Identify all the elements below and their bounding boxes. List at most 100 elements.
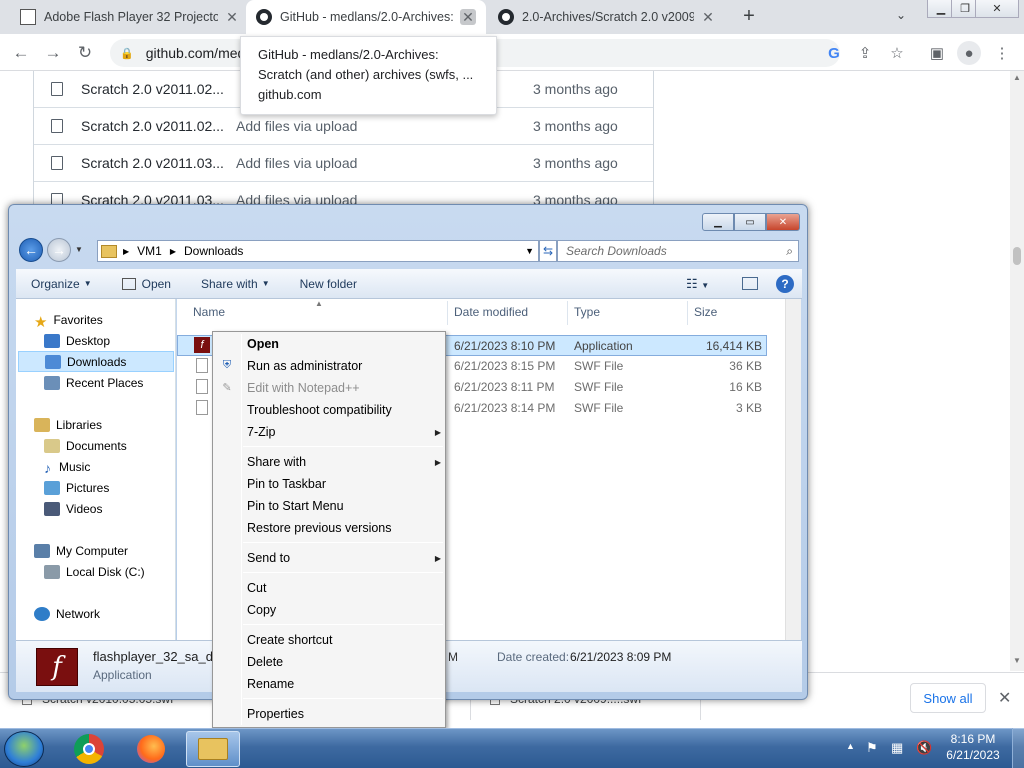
page-scrollbar[interactable]: ▲ ▼ (1010, 71, 1024, 671)
close-tab-icon[interactable]: ✕ (700, 9, 716, 25)
menu-item-7zip[interactable]: 7-Zip ▶ (247, 422, 441, 442)
taskbar-firefox-button[interactable] (124, 731, 178, 767)
forward-arrow-icon[interactable]: → (47, 238, 71, 262)
close-window-icon[interactable]: ✕ (766, 213, 800, 231)
nav-network[interactable]: Network (34, 603, 100, 624)
volume-muted-icon[interactable]: 🔇 (916, 740, 932, 756)
refresh-icon[interactable]: ⇆ (539, 240, 557, 262)
swf-file-icon (196, 379, 208, 394)
menu-item-pin-to-taskbar[interactable]: Pin to Taskbar (247, 474, 326, 494)
profile-avatar-icon[interactable]: ● (957, 41, 981, 65)
share-with-button[interactable]: Share with ▼ (186, 277, 285, 291)
network-status-icon[interactable]: ▦ (891, 740, 903, 756)
chrome-icon (74, 734, 104, 764)
menu-item-delete[interactable]: Delete (247, 652, 283, 672)
menu-item-open[interactable]: Open (247, 334, 279, 354)
help-icon[interactable]: ? (776, 274, 794, 293)
tab-adobe-flash[interactable]: Adobe Flash Player 32 Projector ✕ (10, 0, 250, 34)
column-separator[interactable] (687, 301, 688, 325)
documents-icon (44, 438, 60, 453)
windows-start-icon[interactable] (4, 731, 44, 767)
nav-my-computer[interactable]: My Computer (34, 540, 128, 561)
menu-item-send-to[interactable]: Send to ▶ (247, 548, 441, 568)
close-tab-icon[interactable]: ✕ (224, 9, 240, 25)
menu-item-share-with[interactable]: Share with ▶ (247, 452, 441, 472)
close-tab-icon[interactable]: ✕ (460, 9, 476, 25)
tab-github-archives[interactable]: GitHub - medlans/2.0-Archives: S ✕ (246, 0, 486, 34)
preview-pane-icon[interactable] (742, 277, 758, 290)
column-separator[interactable] (567, 301, 568, 325)
search-icon[interactable]: ⌕ (786, 244, 793, 259)
nav-pictures[interactable]: Pictures (44, 477, 109, 498)
scrollbar-thumb[interactable] (1013, 247, 1021, 265)
menu-item-cut[interactable]: Cut (247, 578, 266, 598)
close-window-icon[interactable]: ✕ (975, 0, 1019, 18)
nav-downloads[interactable]: Downloads (18, 351, 174, 372)
taskbar-explorer-button[interactable] (186, 731, 240, 767)
address-dropdown-icon[interactable]: ▼ (525, 246, 534, 256)
details-kind: Application (93, 668, 152, 682)
menu-item-copy[interactable]: Copy (247, 600, 276, 620)
menu-item-properties[interactable]: Properties (247, 704, 304, 724)
menu-item-restore-previous-versions[interactable]: Restore previous versions (247, 518, 392, 538)
back-arrow-icon[interactable]: ← (19, 238, 43, 262)
view-options-icon[interactable]: ☷ ▼ (686, 276, 709, 292)
swf-file-icon (196, 400, 208, 415)
column-header-name[interactable]: Name (193, 305, 225, 319)
tab-scratch-archive[interactable]: 2.0-Archives/Scratch 2.0 v2009.10 ✕ (488, 0, 726, 34)
taskbar-chrome-button[interactable] (62, 731, 116, 767)
new-tab-button[interactable]: + (738, 6, 760, 28)
nav-local-disk[interactable]: Local Disk (C:) (44, 561, 145, 582)
show-all-button[interactable]: Show all (910, 683, 986, 713)
nav-favorites[interactable]: ★ Favorites (34, 309, 103, 331)
nav-music[interactable]: ♪ Music (44, 456, 90, 477)
recent-pages-chevron-icon[interactable]: ▼ (75, 245, 83, 254)
close-shelf-icon[interactable]: ✕ (998, 688, 1011, 708)
breadcrumb-downloads[interactable]: Downloads (184, 244, 243, 258)
scroll-up-icon[interactable]: ▲ (1013, 73, 1021, 82)
explorer-address-bar[interactable]: ▶ VM1 ▶ Downloads ▼ (97, 240, 539, 262)
nav-libraries[interactable]: Libraries (34, 414, 102, 435)
menu-item-edit-with-notepad[interactable]: Edit with Notepad++ (247, 378, 360, 398)
bookmark-star-icon[interactable]: ☆ (885, 41, 909, 65)
column-separator[interactable] (447, 301, 448, 325)
new-folder-button[interactable]: New folder (285, 277, 372, 291)
nav-desktop[interactable]: Desktop (44, 330, 110, 351)
tab-search-chevron-icon[interactable]: ⌄ (896, 8, 906, 22)
menu-item-run-as-administrator[interactable]: Run as administrator (247, 356, 362, 376)
table-row[interactable]: Scratch 2.0 v2011.03... Add files via up… (34, 145, 653, 182)
github-icon (256, 9, 272, 25)
menu-item-rename[interactable]: Rename (247, 674, 294, 694)
tab-hover-card: GitHub - medlans/2.0-Archives: Scratch (… (240, 36, 497, 115)
show-hidden-icons-chevron[interactable]: ▲ (846, 741, 855, 751)
clock[interactable]: 8:16 PM 6/21/2023 (940, 732, 1006, 762)
open-button[interactable]: Open (107, 277, 186, 291)
reload-icon[interactable]: ↻ (72, 40, 98, 66)
menu-item-troubleshoot-compatibility[interactable]: Troubleshoot compatibility (247, 400, 392, 420)
breadcrumb-separator-icon: ▶ (169, 246, 176, 256)
menu-item-create-shortcut[interactable]: Create shortcut (247, 630, 332, 650)
nav-recent-places[interactable]: Recent Places (44, 372, 143, 393)
scroll-down-icon[interactable]: ▼ (1013, 656, 1021, 665)
menu-item-pin-to-start-menu[interactable]: Pin to Start Menu (247, 496, 344, 516)
action-center-flag-icon[interactable]: ⚑ (866, 740, 878, 756)
organize-button[interactable]: Organize ▼ (16, 277, 107, 291)
menu-kebab-icon[interactable]: ⋮ (990, 41, 1014, 65)
column-header-date[interactable]: Date modified (454, 305, 528, 319)
nav-videos[interactable]: Videos (44, 498, 102, 519)
forward-arrow-icon[interactable]: → (40, 40, 66, 66)
minimize-icon[interactable]: ▁ (702, 213, 734, 231)
column-header-size[interactable]: Size (694, 305, 717, 319)
breadcrumb-vm1[interactable]: VM1 (137, 244, 162, 258)
search-input[interactable]: Search Downloads ⌕ (557, 240, 799, 262)
column-header-type[interactable]: Type (574, 305, 600, 319)
file-list-scrollbar[interactable] (785, 299, 801, 640)
maximize-icon[interactable]: ▭ (734, 213, 766, 231)
back-arrow-icon[interactable]: ← (8, 40, 34, 66)
show-desktop-button[interactable] (1012, 728, 1024, 768)
chevron-down-icon: ▼ (261, 279, 270, 288)
nav-documents[interactable]: Documents (44, 435, 127, 456)
side-panel-icon[interactable]: ▣ (925, 41, 949, 65)
share-icon[interactable]: ⇪ (853, 41, 877, 65)
google-lens-icon[interactable]: G (822, 41, 846, 65)
